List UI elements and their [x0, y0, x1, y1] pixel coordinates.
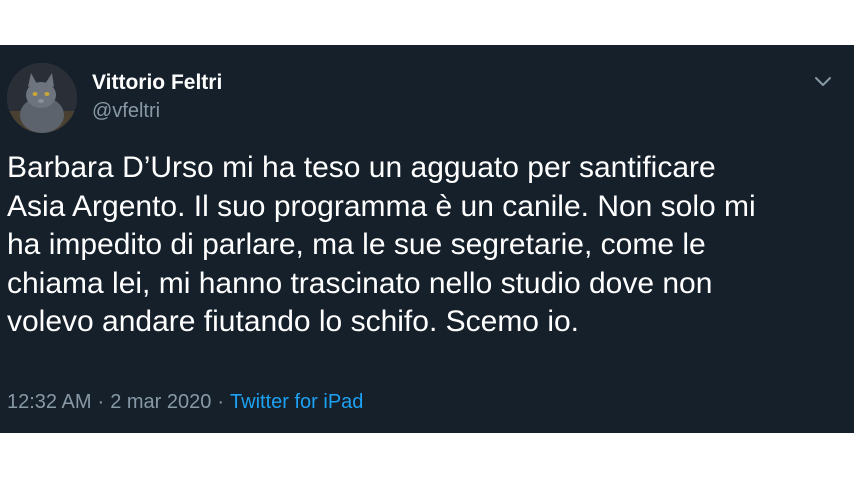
tweet-text-line: chiama lei, mi hanno trascinato nello st…: [7, 266, 713, 300]
avatar[interactable]: [7, 63, 77, 133]
author-name[interactable]: Vittorio Feltri: [92, 70, 222, 96]
tweet-date[interactable]: 2 mar 2020: [110, 391, 211, 413]
tweet-text-line: Barbara D’Urso mi ha teso un agguato per…: [7, 151, 716, 184]
more-options-button[interactable]: [808, 67, 838, 97]
tweet-text: Barbara D’Urso mi ha teso un agguato per…: [7, 149, 847, 342]
chevron-down-icon: [815, 77, 831, 86]
cat-avatar-icon: [7, 63, 77, 133]
tweet-text-line: ha impedito di parlare, ma le sue segret…: [7, 228, 706, 261]
tweet-source-link[interactable]: Twitter for iPad: [230, 391, 363, 413]
meta-separator: ·: [97, 391, 105, 413]
tweet-text-line: Asia Argento. Il suo programma è un cani…: [7, 189, 756, 223]
tweet-time[interactable]: 12:32 AM: [7, 391, 92, 413]
tweet-meta: 12:32 AM · 2 mar 2020 · Twitter for iPad: [7, 389, 363, 415]
tweet-card: Vittorio Feltri @vfeltri Barbara D’Urso …: [0, 45, 854, 433]
meta-separator: ·: [217, 391, 225, 413]
author-handle[interactable]: @vfeltri: [92, 98, 160, 124]
tweet-text-line: volevo andare fiutando lo schifo. Scemo …: [7, 305, 580, 338]
